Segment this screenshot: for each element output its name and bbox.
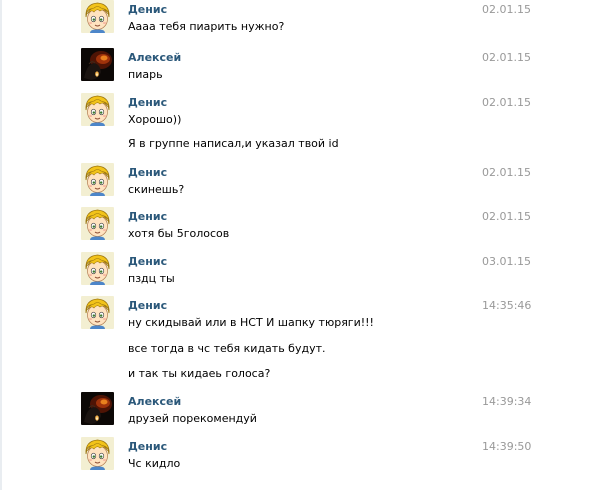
message-date[interactable]: 14:39:50 <box>482 440 531 453</box>
cartoon-boy-avatar-icon <box>81 93 114 126</box>
avatar[interactable] <box>81 296 114 329</box>
cartoon-boy-avatar-icon <box>81 296 114 329</box>
cartoon-boy-avatar-icon <box>81 252 114 285</box>
message-text: Аааа тебя пиарить нужно? <box>128 20 285 33</box>
message-text: пздц ты <box>128 272 175 285</box>
author-name[interactable]: Денис <box>128 210 167 223</box>
avatar[interactable] <box>81 207 114 240</box>
avatar[interactable] <box>81 437 114 470</box>
message-text: все тогда в чс тебя кидать будут. <box>128 342 326 355</box>
avatar[interactable] <box>81 392 114 425</box>
author-name[interactable]: Денис <box>128 3 167 16</box>
avatar[interactable] <box>81 163 114 196</box>
message-text: и так ты кидаеь голоса? <box>128 367 271 380</box>
message-text: хотя бы 5голосов <box>128 227 230 240</box>
message-text: Хорошо)) <box>128 113 182 126</box>
author-name[interactable]: Алексей <box>128 395 181 408</box>
dark-fire-avatar-icon <box>81 48 114 81</box>
avatar[interactable] <box>81 93 114 126</box>
dark-fire-avatar-icon <box>81 392 114 425</box>
message-text: ну скидывай или в НСТ И шапку тюряги!!! <box>128 316 374 329</box>
message-text: скинешь? <box>128 183 185 196</box>
message-date[interactable]: 02.01.15 <box>482 210 531 223</box>
avatar[interactable] <box>81 0 114 33</box>
message-text: Чс кидло <box>128 457 181 470</box>
message-list: Денис 02.01.15 Аааа тебя пиарить нужно? … <box>0 0 604 490</box>
author-name[interactable]: Денис <box>128 440 167 453</box>
cartoon-boy-avatar-icon <box>81 207 114 240</box>
author-name[interactable]: Денис <box>128 96 167 109</box>
message-date[interactable]: 14:35:46 <box>482 299 531 312</box>
author-name[interactable]: Алексей <box>128 51 181 64</box>
message-date[interactable]: 02.01.15 <box>482 51 531 64</box>
message-date[interactable]: 02.01.15 <box>482 166 531 179</box>
message-text: Я в группе написал,и указал твой id <box>128 137 339 150</box>
avatar[interactable] <box>81 48 114 81</box>
avatar[interactable] <box>81 252 114 285</box>
author-name[interactable]: Денис <box>128 299 167 312</box>
author-name[interactable]: Денис <box>128 255 167 268</box>
cartoon-boy-avatar-icon <box>81 437 114 470</box>
message-date[interactable]: 14:39:34 <box>482 395 531 408</box>
message-text: пиарь <box>128 68 163 81</box>
author-name[interactable]: Денис <box>128 166 167 179</box>
message-date[interactable]: 02.01.15 <box>482 3 531 16</box>
cartoon-boy-avatar-icon <box>81 0 114 33</box>
message-date[interactable]: 03.01.15 <box>482 255 531 268</box>
message-text: друзей порекомендуй <box>128 412 257 425</box>
message-date[interactable]: 02.01.15 <box>482 96 531 109</box>
cartoon-boy-avatar-icon <box>81 163 114 196</box>
